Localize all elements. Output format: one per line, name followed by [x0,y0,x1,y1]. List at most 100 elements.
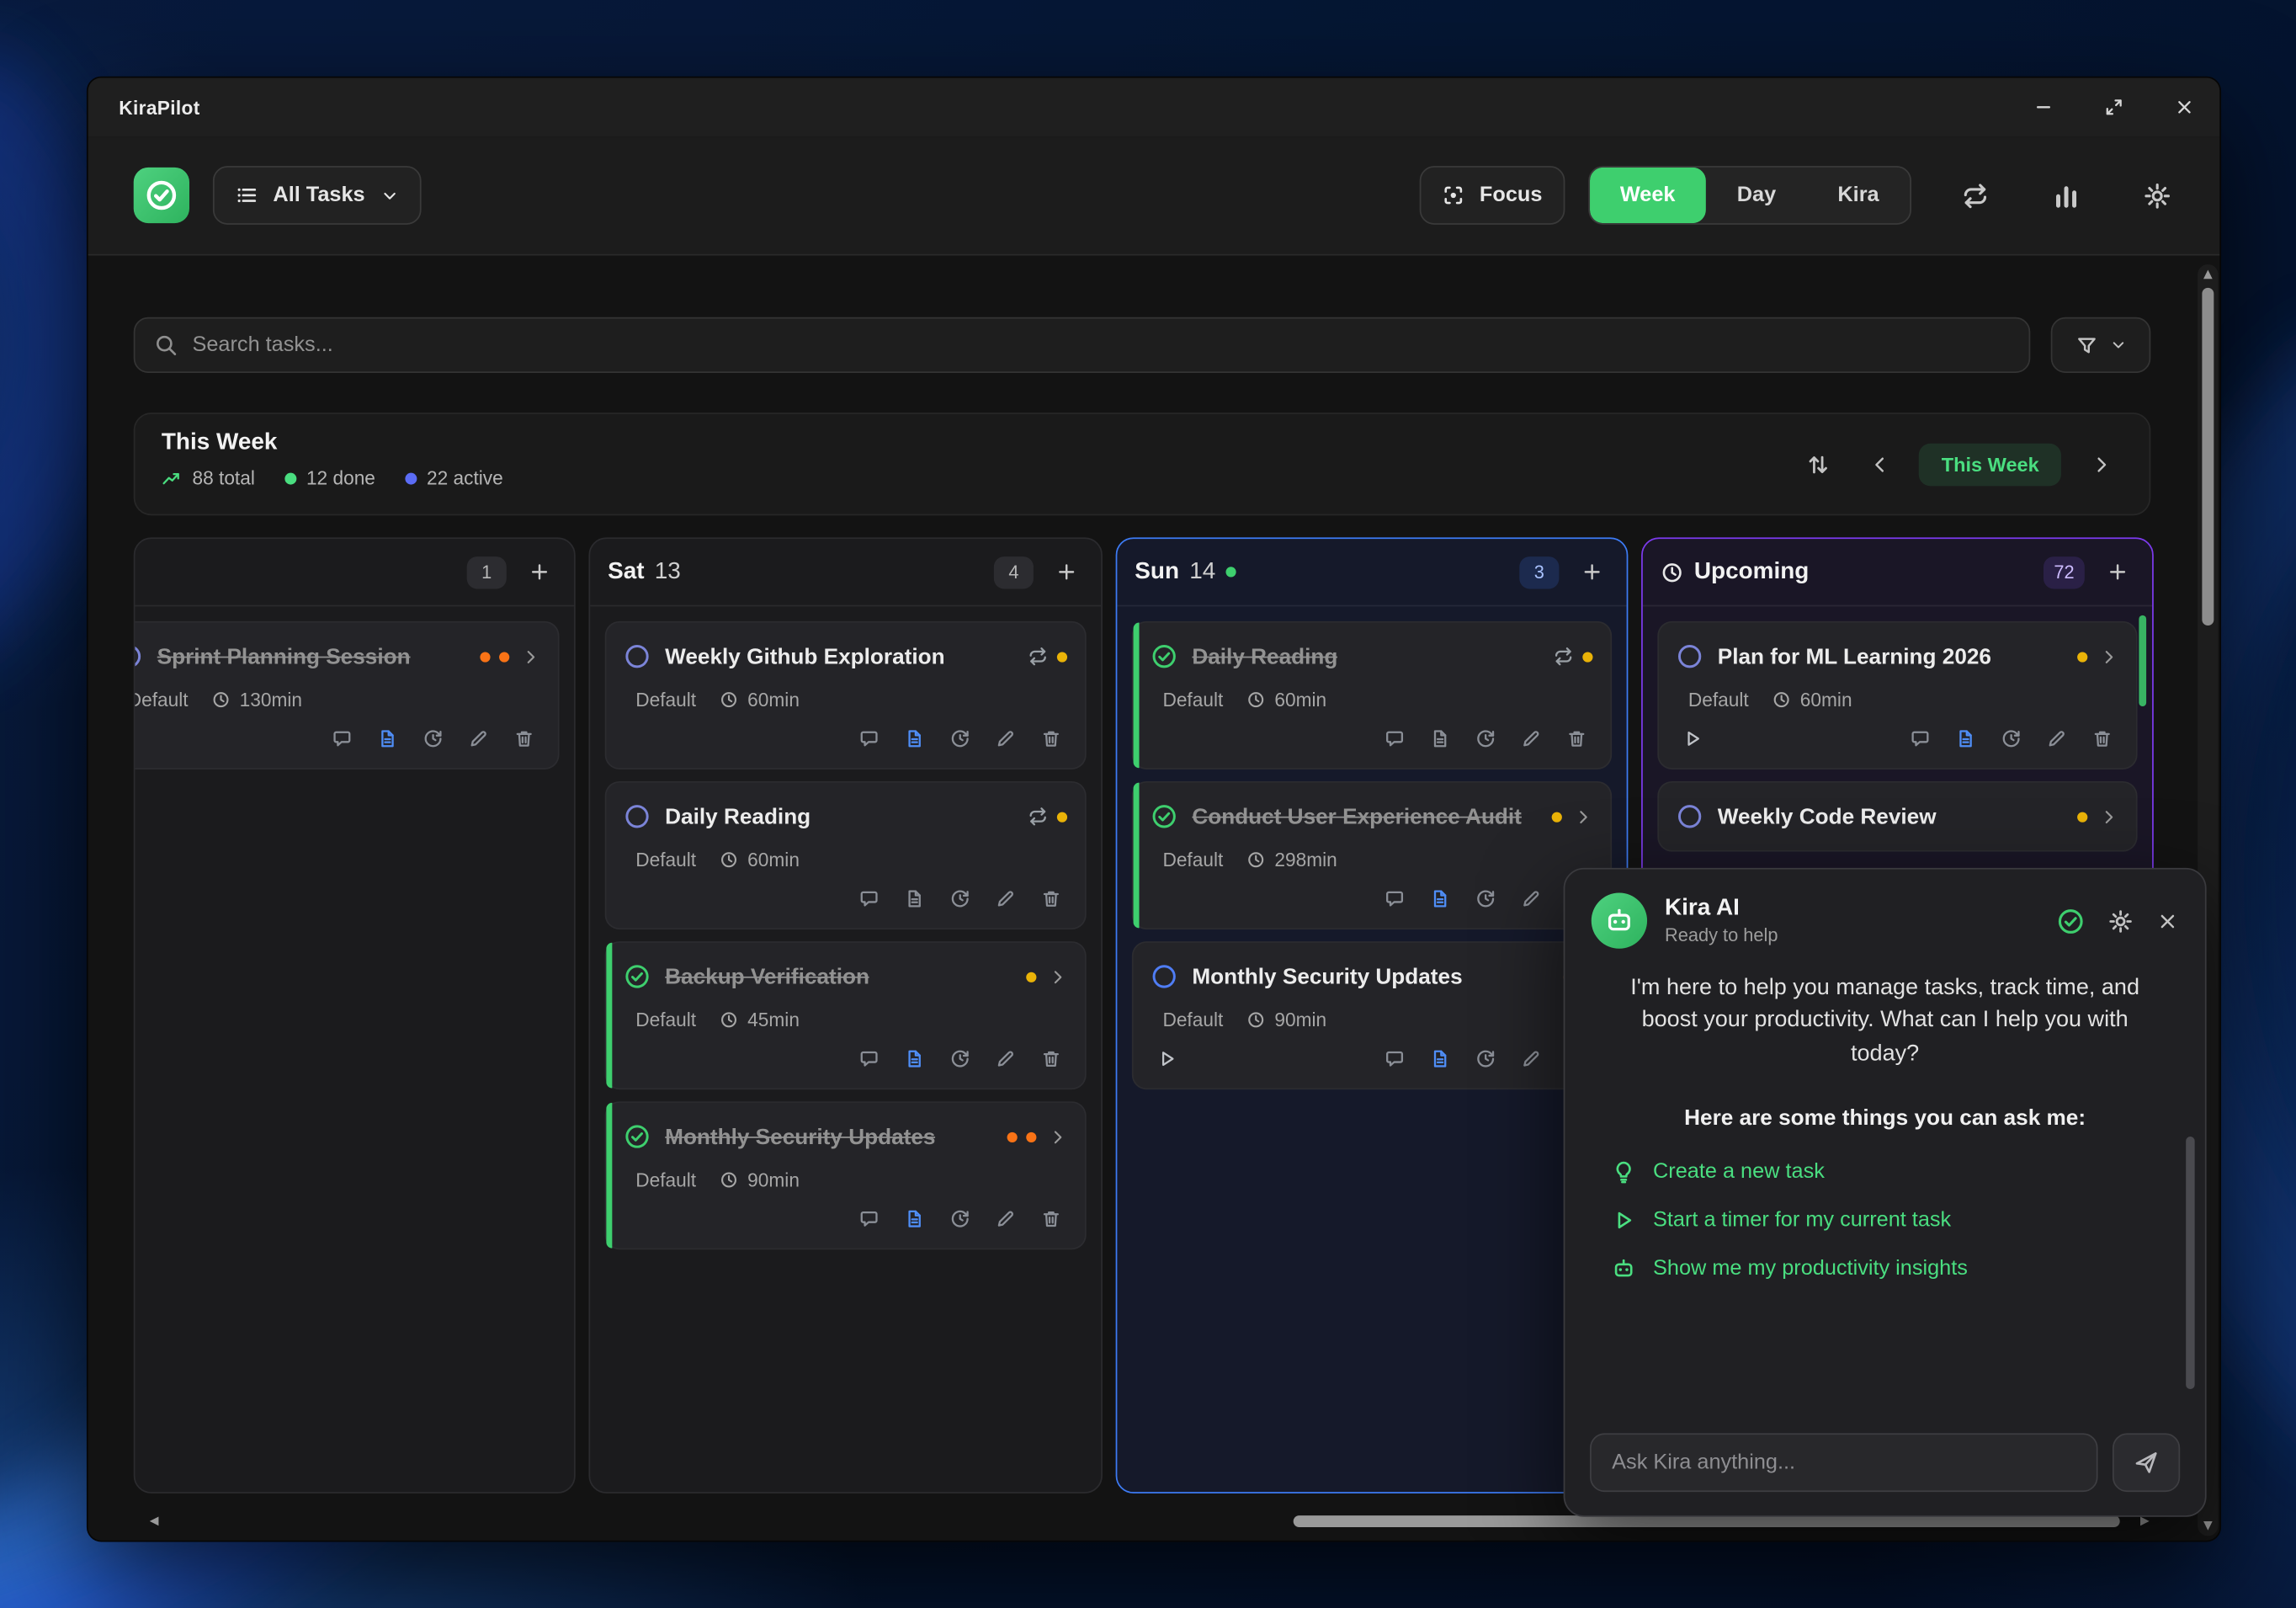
history-button[interactable] [423,728,443,748]
suggestion-2[interactable]: Start a timer for my current task [1612,1209,2158,1233]
delete-button[interactable] [1566,728,1586,748]
comment-button[interactable] [858,888,879,908]
task-card[interactable]: Conduct User Experience AuditDefault298m… [1132,781,1612,929]
history-button[interactable] [1475,888,1496,908]
filter-button[interactable] [2051,317,2151,373]
task-checkbox[interactable] [134,643,142,669]
focus-button[interactable]: Focus [1419,166,1564,225]
edit-button[interactable] [1521,888,1541,908]
comment-button[interactable] [332,728,352,748]
task-card[interactable]: Monthly Security UpdatesDefault90min [605,1101,1087,1249]
edit-button[interactable] [2046,728,2066,748]
scroll-down-arrow[interactable]: ▼ [2198,1515,2218,1536]
history-button[interactable] [1475,1048,1496,1068]
task-checkbox[interactable] [1151,963,1177,989]
suggestion-3[interactable]: Show me my productivity insights [1612,1258,2158,1281]
history-button[interactable] [950,1209,970,1229]
expand-card-button[interactable] [1048,967,1067,987]
column-scrollbar-thumb[interactable] [2139,615,2146,706]
expand-card-button[interactable] [2099,807,2118,826]
chat-settings-button[interactable] [2108,908,2134,934]
delete-button[interactable] [2092,728,2113,748]
task-checkbox[interactable] [1151,803,1177,829]
task-checkbox[interactable] [1677,643,1703,669]
notes-button[interactable] [904,1048,924,1068]
tab-week[interactable]: Week [1589,168,1706,223]
history-button[interactable] [950,1048,970,1068]
edit-button[interactable] [996,1209,1016,1229]
suggestion-1[interactable]: Create a new task [1612,1161,2158,1185]
history-button[interactable] [1475,728,1496,748]
task-card[interactable]: Backup VerificationDefault45min [605,941,1087,1089]
task-card[interactable]: Daily ReadingDefault60min [1132,621,1612,769]
edit-button[interactable] [1521,1048,1541,1068]
maximize-button[interactable] [2079,77,2150,136]
current-period-button[interactable]: This Week [1920,443,2061,486]
search-input[interactable] [192,333,2009,357]
add-task-button[interactable] [1048,554,1083,589]
next-week-button[interactable] [2079,442,2123,486]
close-button[interactable] [2150,77,2220,136]
scroll-left-arrow[interactable]: ◀ [144,1511,164,1531]
notes-button[interactable] [1430,1048,1450,1068]
chat-input[interactable] [1590,1433,2098,1492]
task-checkbox[interactable] [624,1123,650,1149]
delete-button[interactable] [513,728,534,748]
notes-button[interactable] [377,728,397,748]
delete-button[interactable] [1041,728,1061,748]
notes-button[interactable] [904,728,924,748]
comment-button[interactable] [858,728,879,748]
sort-button[interactable] [1796,442,1840,486]
add-task-button[interactable] [1574,554,1609,589]
notes-button[interactable] [1430,728,1450,748]
task-checkbox[interactable] [624,963,650,989]
comment-button[interactable] [1385,728,1405,748]
task-card[interactable]: Weekly Github ExplorationDefault60min [605,621,1087,769]
edit-button[interactable] [1521,728,1541,748]
stats-button[interactable] [2038,168,2093,223]
history-button[interactable] [950,728,970,748]
add-task-button[interactable] [2099,554,2134,589]
expand-card-button[interactable] [1574,807,1593,826]
edit-button[interactable] [996,1048,1016,1068]
horizontal-scrollbar-thumb[interactable] [1294,1515,2120,1527]
comment-button[interactable] [1910,728,1930,748]
task-checkbox[interactable] [624,643,650,669]
notes-button[interactable] [1955,728,1975,748]
history-button[interactable] [950,888,970,908]
task-card[interactable]: Plan for ML Learning 2026Default60min [1657,621,2137,769]
comment-button[interactable] [858,1209,879,1229]
send-button[interactable] [2113,1433,2180,1492]
delete-button[interactable] [1041,1209,1061,1229]
add-task-button[interactable] [521,554,556,589]
vertical-scrollbar-thumb[interactable] [2202,288,2214,626]
edit-button[interactable] [468,728,488,748]
tab-kira[interactable]: Kira [1807,168,1910,223]
task-filter-button[interactable]: All Tasks [213,166,421,225]
task-checkbox[interactable] [1677,803,1703,829]
prev-week-button[interactable] [1858,442,1901,486]
comment-button[interactable] [1385,1048,1405,1068]
scroll-up-arrow[interactable]: ▲ [2198,264,2218,285]
task-card[interactable]: Weekly Code Review [1657,781,2137,852]
edit-button[interactable] [996,888,1016,908]
expand-card-button[interactable] [521,647,540,666]
recurring-tasks-button[interactable] [1947,168,2002,223]
task-card[interactable]: Daily ReadingDefault60min [605,781,1087,929]
expand-card-button[interactable] [2099,647,2118,666]
history-button[interactable] [2001,728,2021,748]
minimize-button[interactable] [2008,77,2079,136]
delete-button[interactable] [1041,888,1061,908]
start-timer-button[interactable] [1156,1048,1177,1068]
notes-button[interactable] [904,888,924,908]
edit-button[interactable] [996,728,1016,748]
task-card[interactable]: Monthly Security UpdatesDefault90min [1132,941,1612,1089]
settings-button[interactable] [2129,168,2184,223]
delete-button[interactable] [1041,1048,1061,1068]
task-card[interactable]: Sprint Planning SessionDefault130min [134,621,560,769]
task-checkbox[interactable] [1151,643,1177,669]
comment-button[interactable] [1385,888,1405,908]
chat-close-button[interactable] [2156,910,2178,932]
chat-scrollbar-thumb[interactable] [2186,1137,2194,1389]
comment-button[interactable] [858,1048,879,1068]
